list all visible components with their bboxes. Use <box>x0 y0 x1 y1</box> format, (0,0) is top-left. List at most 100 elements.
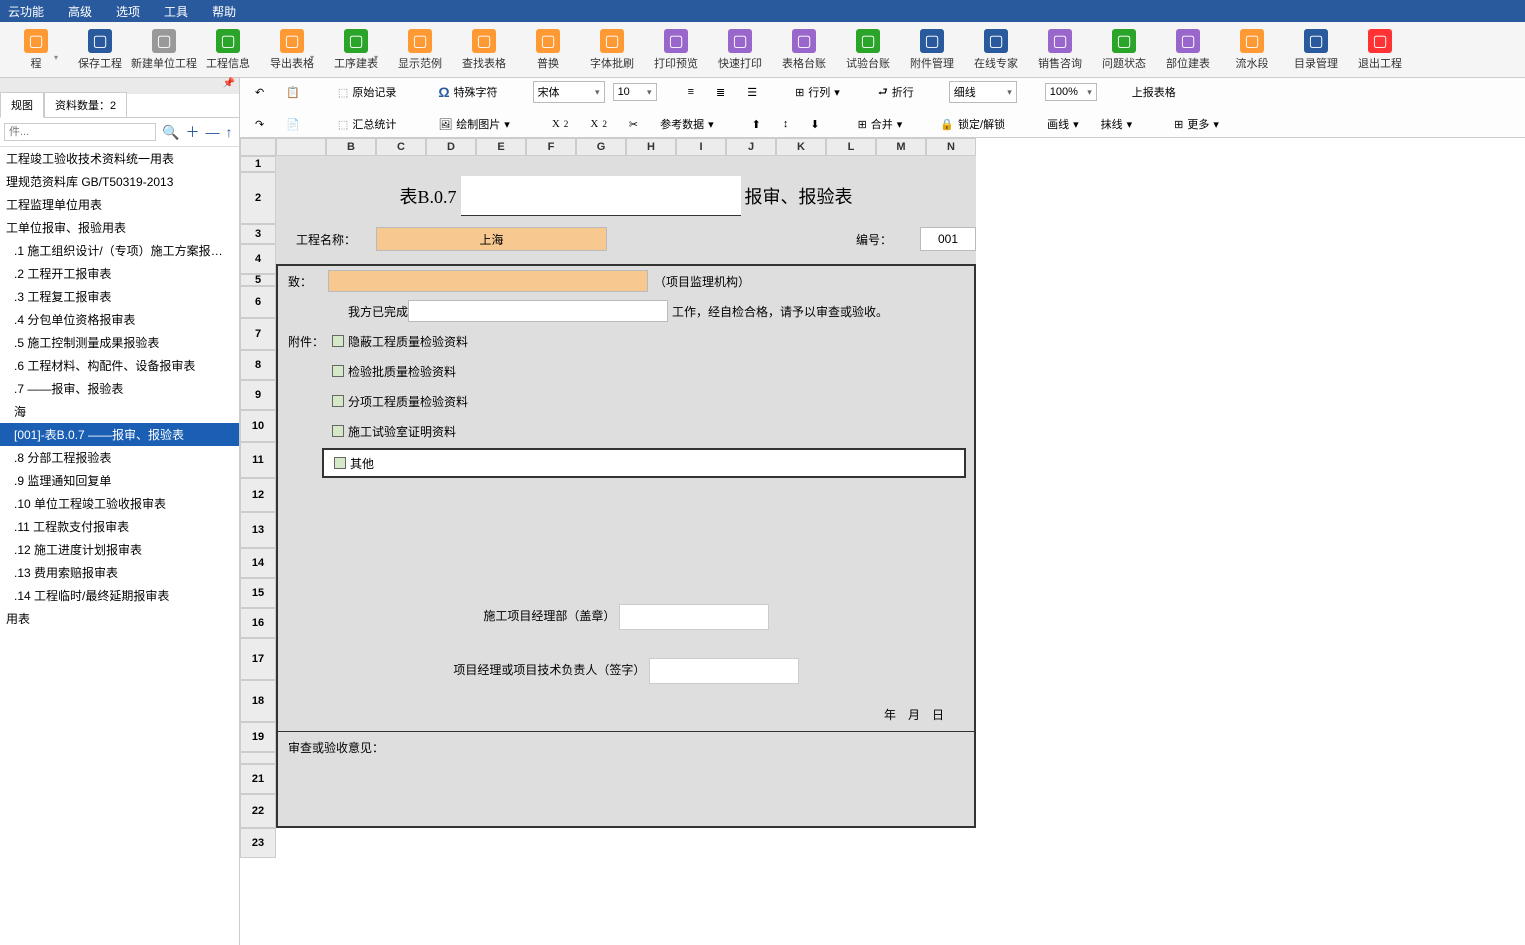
paste-icon[interactable]: 📄 <box>279 115 307 134</box>
row-19[interactable]: 19 <box>240 722 276 752</box>
col-I[interactable]: I <box>676 138 726 156</box>
tree-item-14[interactable]: .9 监理通知回复单 <box>0 469 239 492</box>
toolbar-btn-4[interactable]: ▢导出表格 <box>264 26 320 74</box>
toolbar-btn-11[interactable]: ▢快速打印 <box>712 26 768 74</box>
col-D[interactable]: D <box>426 138 476 156</box>
tree-item-4[interactable]: .1 施工组织设计/（专项）施工方案报审表 <box>0 239 239 262</box>
redo-icon[interactable]: ↷ <box>248 115 271 134</box>
merge-button[interactable]: ⊞ 合并 ▾ <box>851 113 910 135</box>
check-5[interactable] <box>334 457 346 469</box>
sign1-box[interactable] <box>619 604 769 630</box>
valign-mid-icon[interactable]: ↕ <box>776 115 796 133</box>
row-22[interactable]: 22 <box>240 794 276 828</box>
toolbar-btn-8[interactable]: ▢普换 <box>520 26 576 74</box>
row-21[interactable]: 21 <box>240 764 276 794</box>
toolbar-btn-12[interactable]: ▢表格台账 <box>776 26 832 74</box>
menu-help[interactable]: 帮助 <box>212 3 236 20</box>
summary-button[interactable]: ⬚ 汇总统计 <box>331 113 403 135</box>
search-icon[interactable]: 🔍 <box>162 124 179 141</box>
tree-item-20[interactable]: 用表 <box>0 607 239 630</box>
orig-record-button[interactable]: ⬚ 原始记录 <box>331 81 403 103</box>
col-M[interactable]: M <box>876 138 926 156</box>
menu-advanced[interactable]: 高级 <box>68 3 92 20</box>
row-23[interactable]: 23 <box>240 828 276 858</box>
toolbar-btn-6[interactable]: ▢显示范例 <box>392 26 448 74</box>
tree-item-16[interactable]: .11 工程款支付报审表 <box>0 515 239 538</box>
menu-tools[interactable]: 工具 <box>164 3 188 20</box>
menu-cloud[interactable]: 云功能 <box>8 3 44 20</box>
zoom-select[interactable]: 100% <box>1045 83 1097 101</box>
tree-item-17[interactable]: .12 施工进度计划报审表 <box>0 538 239 561</box>
tab-count[interactable]: 资料数量：2 <box>44 92 127 117</box>
row-9[interactable]: 9 <box>240 380 276 410</box>
col-[interactable] <box>276 138 326 156</box>
upload-button[interactable]: 上报表格 <box>1125 81 1183 103</box>
spreadsheet[interactable]: BCDEFGHIJKLMN 12345678910111213141516171… <box>240 138 1525 945</box>
done-input[interactable] <box>408 300 668 322</box>
copy-icon[interactable]: 📋 <box>279 83 307 102</box>
refdata-button[interactable]: 参考数据 ▾ <box>653 113 721 135</box>
row-18[interactable]: 18 <box>240 680 276 722</box>
row-10[interactable]: 10 <box>240 410 276 442</box>
rowcol-button[interactable]: ⊞ 行列 ▾ <box>788 81 847 103</box>
drawline-button[interactable]: 画线 ▾ <box>1040 113 1086 135</box>
row-14[interactable]: 14 <box>240 548 276 578</box>
toolbar-btn-13[interactable]: ▢试验台账 <box>840 26 896 74</box>
valign-bot-icon[interactable]: ⬇ <box>803 115 826 134</box>
col-K[interactable]: K <box>776 138 826 156</box>
align-left-icon[interactable]: ≡ <box>681 83 701 101</box>
clear-format-icon[interactable]: ✂ <box>622 115 645 134</box>
toolbar-btn-21[interactable]: ▢退出工程 <box>1352 26 1408 74</box>
col-G[interactable]: G <box>576 138 626 156</box>
row-1[interactable]: 1 <box>240 156 276 172</box>
remove-icon[interactable]: — <box>205 124 219 140</box>
toolbar-btn-2[interactable]: ▢新建单位工程 <box>136 26 192 74</box>
col-N[interactable]: N <box>926 138 976 156</box>
tree-item-10[interactable]: .7 ——报审、报验表 <box>0 377 239 400</box>
fontsize-select[interactable]: 10 <box>613 83 657 101</box>
row-13[interactable]: 13 <box>240 512 276 548</box>
tree-item-18[interactable]: .13 费用索赔报审表 <box>0 561 239 584</box>
tree-item-12[interactable]: [001]-表B.0.7 ——报审、报验表 <box>0 423 239 446</box>
tab-view[interactable]: 规图 <box>0 92 44 118</box>
font-select[interactable]: 宋体 <box>533 81 605 103</box>
tree-item-5[interactable]: .2 工程开工报审表 <box>0 262 239 285</box>
col-C[interactable]: C <box>376 138 426 156</box>
tree-item-6[interactable]: .3 工程复工报审表 <box>0 285 239 308</box>
tree-item-1[interactable]: 理规范资料库 GB/T50319-2013 <box>0 170 239 193</box>
subscript-icon[interactable]: X2 <box>583 115 614 133</box>
row-12[interactable]: 12 <box>240 478 276 512</box>
tree-item-8[interactable]: .5 施工控制测量成果报验表 <box>0 331 239 354</box>
tree-item-15[interactable]: .10 单位工程竣工验收报审表 <box>0 492 239 515</box>
toolbar-btn-7[interactable]: ▢查找表格 <box>456 26 512 74</box>
toolbar-btn-18[interactable]: ▢部位建表 <box>1160 26 1216 74</box>
row-7[interactable]: 7 <box>240 318 276 350</box>
search-input[interactable] <box>4 123 156 141</box>
align-center-icon[interactable]: ≣ <box>709 83 732 102</box>
align-right-icon[interactable]: ☰ <box>740 83 764 102</box>
valign-top-icon[interactable]: ⬆ <box>745 115 768 134</box>
toolbar-btn-15[interactable]: ▢在线专家 <box>968 26 1024 74</box>
superscript-icon[interactable]: X2 <box>545 115 576 133</box>
col-J[interactable]: J <box>726 138 776 156</box>
tree-item-0[interactable]: 工程竣工验收技术资料统一用表 <box>0 147 239 170</box>
row-17[interactable]: 17 <box>240 638 276 680</box>
tree-item-19[interactable]: .14 工程临时/最终延期报审表 <box>0 584 239 607</box>
lock-button[interactable]: 🔒 锁定/解锁 <box>933 113 1012 135</box>
toolbar-btn-17[interactable]: ▢问题状态 <box>1096 26 1152 74</box>
eraseline-button[interactable]: 抹线 ▾ <box>1094 113 1140 135</box>
col-H[interactable]: H <box>626 138 676 156</box>
tree-item-11[interactable]: 海 <box>0 400 239 423</box>
more-button[interactable]: ⊞ 更多 ▾ <box>1167 113 1226 135</box>
row-16[interactable]: 16 <box>240 608 276 638</box>
menu-options[interactable]: 选项 <box>116 3 140 20</box>
row-15[interactable]: 15 <box>240 578 276 608</box>
toolbar-btn-20[interactable]: ▢目录管理 <box>1288 26 1344 74</box>
corner-cell[interactable] <box>240 138 276 156</box>
wrap-button[interactable]: ⮐ 折行 <box>871 80 921 105</box>
col-B[interactable]: B <box>326 138 376 156</box>
tree-item-3[interactable]: 工单位报审、报验用表 <box>0 216 239 239</box>
to-input[interactable] <box>328 270 648 292</box>
draw-pic-button[interactable]: 🖼 绘制图片 ▾ <box>431 113 517 135</box>
row-8[interactable]: 8 <box>240 350 276 380</box>
